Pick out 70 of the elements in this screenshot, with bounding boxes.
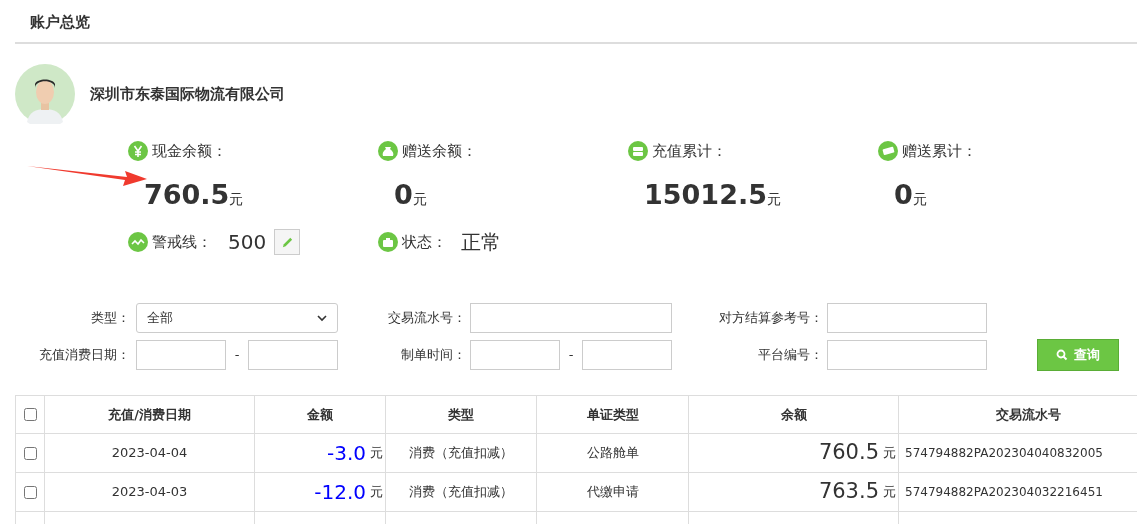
stat-value: 15012.5 [644,177,767,212]
column-header: 类型 [448,405,474,424]
chevron-down-icon [317,313,327,323]
type-select[interactable]: 全部 [136,303,338,333]
stat-label: 赠送累计： [902,141,977,162]
unit-label: 元 [883,483,896,502]
column-header: 交易流水号 [996,405,1061,424]
stat-value: 760.5 [144,177,230,212]
column-header: 余额 [780,405,807,424]
table-cell-text: 574794882PA202304040832005 [905,445,1103,462]
start-time-field[interactable] [470,340,560,370]
serial-label: 交易流水号： [387,309,467,328]
unit-label: 元 [883,444,896,463]
stat-label: 赠送余额： [402,141,477,162]
cash-stack-icon [628,141,648,162]
page-title: 账户总览 [30,13,90,31]
stat-label: 现金余额： [152,141,227,162]
unit-label: 元 [767,189,781,209]
start-date-field[interactable] [136,340,226,370]
select-all-checkbox[interactable] [23,408,37,421]
table-cell-text: 760.5 [818,439,879,467]
line-chart-icon [128,232,148,252]
reference-field[interactable] [827,303,987,333]
yen-icon [128,141,148,162]
avatar-icon [15,64,75,124]
unit-label: 元 [370,483,383,502]
status-label: 状态： [402,231,447,253]
table-cell-text: 公路舱单 [586,444,639,463]
date-label: 充值消费日期： [38,346,131,365]
column-header: 充值/消费日期 [108,405,191,424]
alert-line-value: 500 [228,229,267,256]
stat-label: 充值累计： [652,141,727,162]
reference-label: 对方结算参考号： [718,309,824,328]
table-cell-text: 763.5 [818,478,879,506]
money-bag-icon [378,141,398,162]
table-cell-text: -3.0 [326,440,366,467]
edit-button[interactable] [274,229,301,255]
company-name: 深圳市东泰国际物流有限公司 [90,83,285,105]
table-cell-text: 2023-04-04 [111,444,188,463]
table-cell-text: 574794882PA202304032216451 [905,484,1103,501]
row-checkbox[interactable] [23,485,37,499]
unit-label: 元 [412,189,427,209]
status-value: 正常 [461,229,501,256]
table-cell-text: -12.0 [314,479,366,506]
platform-field[interactable] [827,340,987,370]
briefcase-icon [378,232,398,252]
platform-label: 平台编号： [757,346,824,365]
column-header: 单证类型 [586,405,639,424]
unit-label: 元 [229,189,244,209]
table-cell-text: 代缴申请 [586,483,639,502]
alert-line-label: 警戒线： [152,231,212,253]
range-dash: - [568,346,574,365]
type-label: 类型： [90,309,131,328]
unit-label: 元 [912,189,927,209]
row-checkbox[interactable] [23,446,37,460]
end-date-field[interactable] [248,340,338,370]
table-cell-text: 消费（充值扣减） [409,444,513,463]
pencil-icon [280,235,294,249]
created-time-label: 制单时间： [400,346,467,365]
stat-value: 0 [394,177,413,212]
range-dash: - [234,346,240,365]
banknote-icon [878,141,898,162]
table-cell-text: 2023-04-03 [111,483,188,502]
table-cell-text: 消费（充值扣减） [409,483,513,502]
end-time-field[interactable] [582,340,672,370]
serial-field[interactable] [470,303,672,333]
search-icon [1056,349,1068,361]
column-header: 金额 [307,405,333,424]
stat-value: 0 [894,177,913,212]
unit-label: 元 [370,444,383,463]
